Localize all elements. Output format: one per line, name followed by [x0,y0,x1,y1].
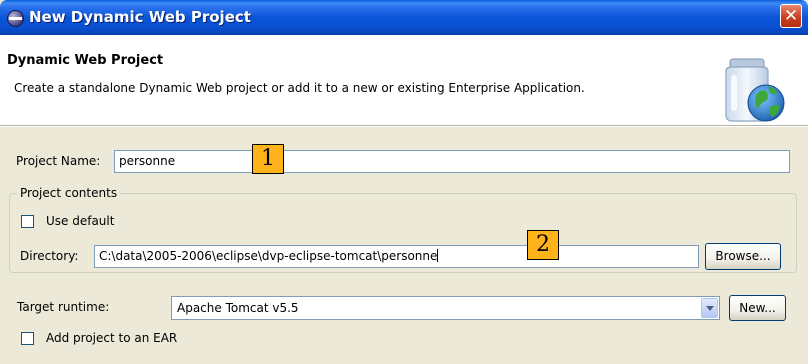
project-name-input[interactable]: personne [114,150,790,173]
browse-button[interactable]: Browse... [705,243,781,270]
directory-label: Directory: [20,249,79,263]
project-contents-title: Project contents [17,186,121,200]
eclipse-icon [7,10,24,27]
page-title: Dynamic Web Project [7,53,164,68]
use-default-checkbox[interactable] [21,215,34,228]
project-name-label: Project Name: [16,154,101,168]
wizard-banner: Dynamic Web Project Create a standalone … [0,35,808,126]
close-button[interactable]: ✕ [780,4,802,28]
window-title: New Dynamic Web Project [29,8,251,26]
add-to-ear-checkbox[interactable] [21,332,34,345]
target-runtime-label: Target runtime: [17,300,110,314]
annotation-marker-2: 2 [527,230,559,260]
target-runtime-value: Apache Tomcat v5.5 [177,301,299,315]
target-runtime-select[interactable]: Apache Tomcat v5.5 [171,296,720,320]
annotation-marker-1: 1 [252,144,284,174]
directory-value: C:\data\2005-2006\eclipse\dvp-eclipse-to… [99,249,438,263]
web-project-jar-globe-icon [725,58,785,122]
use-default-label: Use default [46,214,115,228]
page-description: Create a standalone Dynamic Web project … [14,81,585,95]
title-bar[interactable]: New Dynamic Web Project ✕ [0,0,808,35]
new-runtime-button[interactable]: New... [729,295,786,321]
chevron-down-icon[interactable] [701,298,718,318]
add-to-ear-label: Add project to an EAR [46,331,178,345]
text-caret [437,249,439,262]
project-name-value: personne [119,154,176,168]
new-dynamic-web-project-dialog: New Dynamic Web Project ✕ Dynamic Web Pr… [0,0,808,364]
header-separator [0,126,808,127]
directory-input[interactable]: C:\data\2005-2006\eclipse\dvp-eclipse-to… [94,245,699,268]
